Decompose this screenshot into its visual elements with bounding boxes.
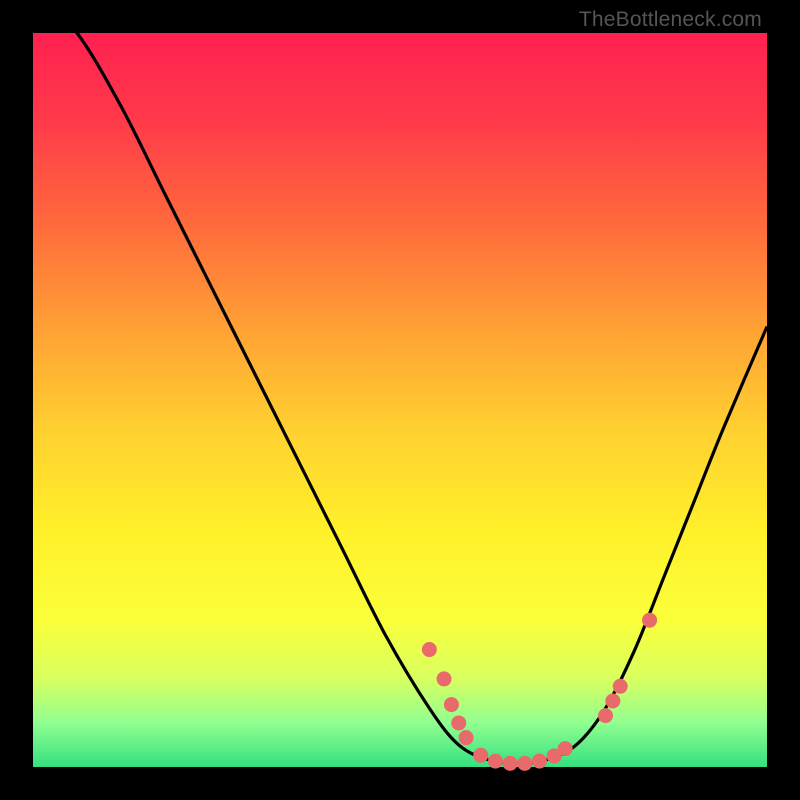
data-point — [488, 754, 503, 769]
data-markers — [422, 613, 657, 771]
data-point — [517, 756, 532, 771]
curve-svg — [33, 33, 767, 767]
data-point — [451, 715, 466, 730]
data-point — [558, 741, 573, 756]
watermark-text: TheBottleneck.com — [579, 8, 762, 32]
data-point — [605, 693, 620, 708]
data-point — [437, 671, 452, 686]
data-point — [613, 679, 628, 694]
data-point — [422, 642, 437, 657]
data-point — [598, 708, 613, 723]
data-point — [473, 748, 488, 763]
data-point — [444, 697, 459, 712]
chart-container: TheBottleneck.com — [0, 0, 800, 800]
data-point — [532, 754, 547, 769]
data-point — [459, 730, 474, 745]
data-point — [503, 756, 518, 771]
plot-area — [33, 33, 767, 767]
data-point — [642, 613, 657, 628]
bottleneck-curve — [33, 0, 767, 763]
